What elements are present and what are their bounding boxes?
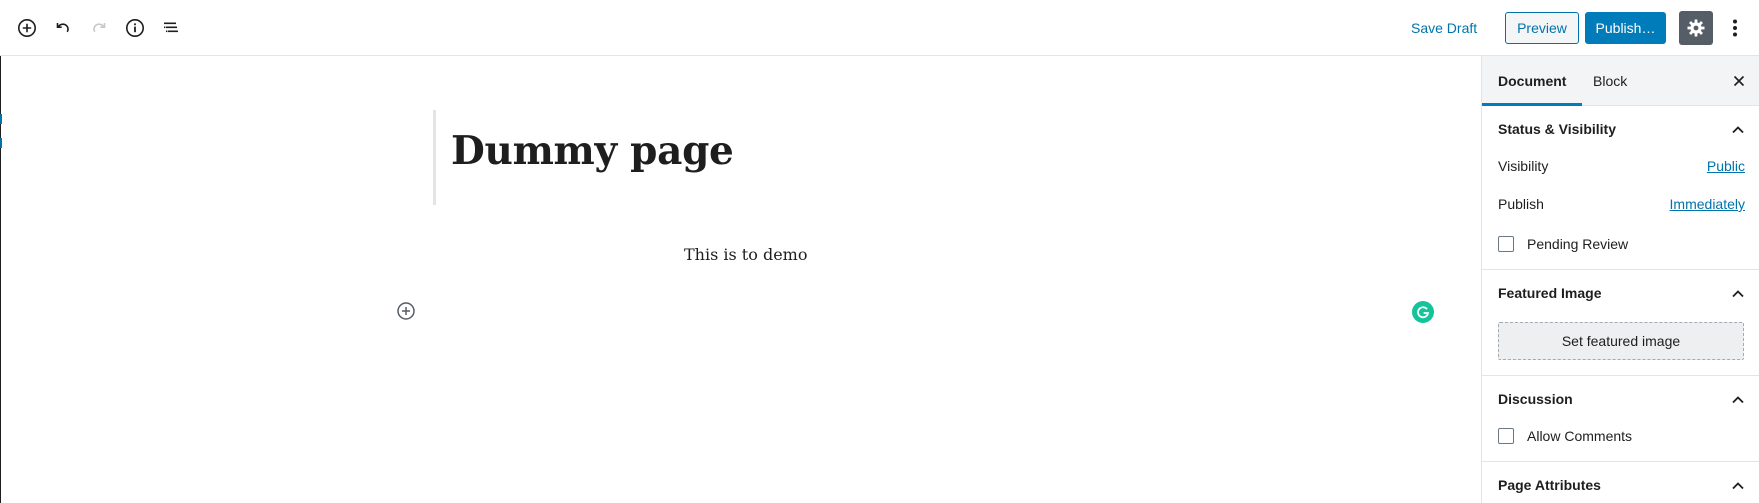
more-vertical-icon [1733,19,1737,37]
info-icon [126,19,144,37]
chevron-up-icon [1732,126,1744,134]
more-options-button[interactable] [1725,12,1745,44]
undo-button[interactable] [47,12,79,44]
gear-icon [1687,19,1705,37]
chevron-up-icon [1732,396,1744,404]
edge-indicator [0,114,2,124]
panel-heading: Featured Image [1498,285,1602,301]
panel-heading: Status & Visibility [1498,121,1616,137]
set-featured-image-button[interactable]: Set featured image [1498,322,1744,360]
allow-comments-row[interactable]: Allow Comments [1498,426,1632,446]
close-sidebar-button[interactable] [1730,72,1748,90]
visibility-toggle[interactable]: Public [1707,158,1745,174]
status-visibility-panel-toggle[interactable]: Status & Visibility [1482,106,1759,154]
save-draft-button[interactable]: Save Draft [1411,17,1477,39]
block-navigation-icon [164,22,178,33]
edge-indicator [0,138,2,148]
post-title-block[interactable]: Dummy page [433,110,993,205]
pending-review-checkbox[interactable] [1498,236,1514,252]
content-info-button[interactable] [119,12,151,44]
block-inserter-button[interactable] [396,301,416,321]
publish-date-toggle[interactable]: Immediately [1670,196,1745,212]
add-block-icon [397,302,415,320]
pending-review-row[interactable]: Pending Review [1498,234,1628,254]
featured-image-panel-toggle[interactable]: Featured Image [1482,270,1759,318]
visibility-label: Visibility [1498,158,1549,174]
tab-block[interactable]: Block [1577,56,1643,106]
grammarly-button[interactable] [1412,301,1434,323]
panel-heading: Page Attributes [1498,477,1601,493]
panel-heading: Discussion [1498,391,1573,407]
add-block-button[interactable] [11,12,43,44]
redo-icon [93,23,106,33]
pending-review-label: Pending Review [1527,236,1629,252]
tab-document[interactable]: Document [1482,56,1583,106]
sidebar-tabs: Document Block [1482,56,1759,106]
preview-button[interactable]: Preview [1505,12,1579,44]
post-title[interactable]: Dummy page [451,128,734,174]
redo-button[interactable] [83,12,115,44]
allow-comments-checkbox[interactable] [1498,428,1514,444]
paragraph-block[interactable]: This is to demo [684,245,807,264]
block-navigation-button[interactable] [155,12,187,44]
settings-sidebar: Document Block Status & Visibility Visib… [1481,56,1759,503]
allow-comments-label: Allow Comments [1527,428,1633,444]
publish-label: Publish [1498,196,1544,212]
editor-header: Save Draft Preview Publish… [0,0,1759,56]
discussion-panel-toggle[interactable]: Discussion [1482,376,1759,424]
close-icon [1733,75,1745,87]
undo-icon [56,23,69,33]
settings-button[interactable] [1679,11,1713,45]
page-attributes-panel-toggle[interactable]: Page Attributes [1482,462,1759,503]
publish-button[interactable]: Publish… [1585,12,1666,44]
grammarly-icon [1417,306,1430,319]
chevron-up-icon [1732,482,1744,490]
add-block-icon [18,19,36,37]
chevron-up-icon [1732,290,1744,298]
